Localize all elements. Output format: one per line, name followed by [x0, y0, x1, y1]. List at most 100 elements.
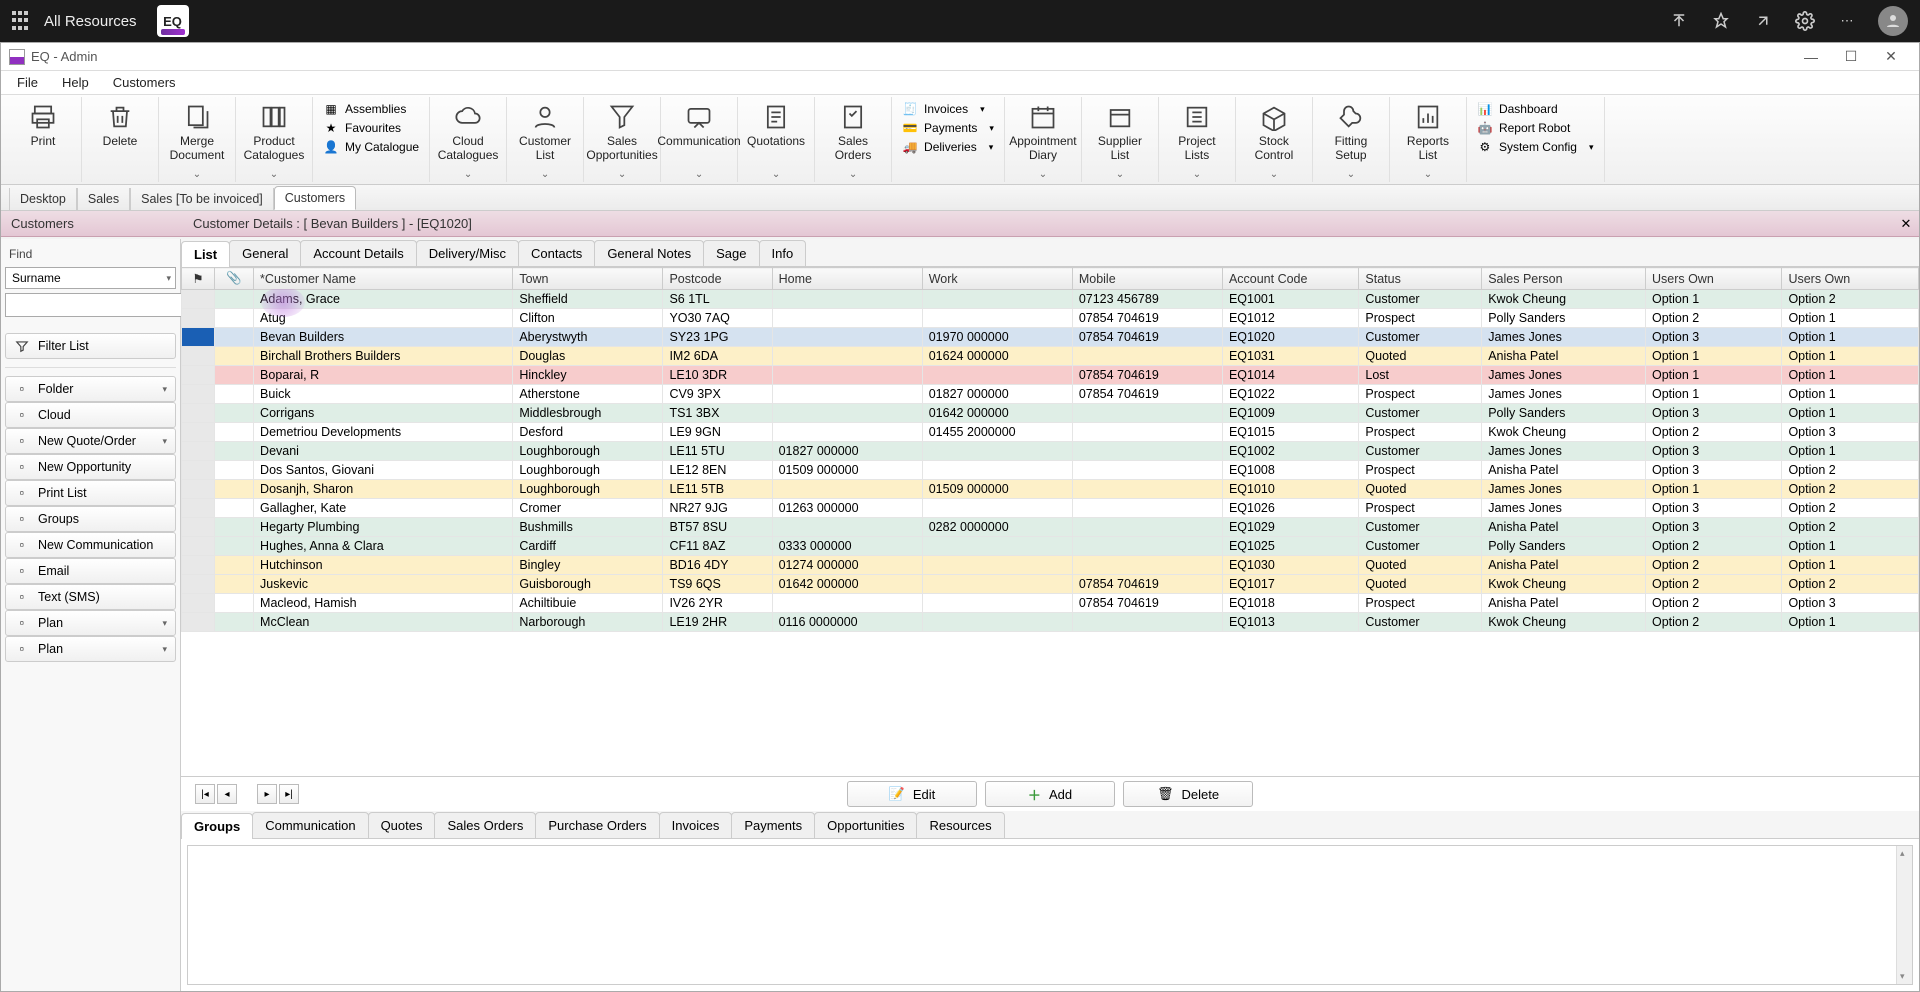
ribbon-print[interactable]: Print [11, 99, 75, 149]
dtab-sage[interactable]: Sage [703, 240, 759, 266]
column-header[interactable]: Status [1359, 268, 1482, 290]
maximize-button[interactable]: ☐ [1831, 43, 1871, 70]
btab-resources[interactable]: Resources [916, 812, 1004, 838]
close-button[interactable]: ✕ [1871, 43, 1911, 70]
ribbon-delete[interactable]: Delete [88, 99, 152, 149]
column-header[interactable]: Postcode [663, 268, 772, 290]
more-icon[interactable]: ⋯ [1834, 8, 1860, 34]
sidebar-item-new-quote-order[interactable]: ▫New Quote/Order▾ [5, 428, 176, 454]
sidebar-item-new-opportunity[interactable]: ▫New Opportunity [5, 454, 176, 480]
sidebar-item-cloud[interactable]: ▫Cloud [5, 402, 176, 428]
table-row[interactable]: Dosanjh, SharonLoughboroughLE11 5TB01509… [182, 480, 1919, 499]
ribbon-dashboard[interactable]: 📊Dashboard [1477, 101, 1594, 117]
table-row[interactable]: Adams, GraceSheffieldS6 1TL07123 456789E… [182, 290, 1919, 309]
sidebar-item-plan[interactable]: ▫Plan▾ [5, 610, 176, 636]
search-input[interactable] [5, 293, 184, 317]
nav-prev-button[interactable]: ◂ [217, 784, 237, 804]
expand-icon[interactable] [1750, 8, 1776, 34]
table-row[interactable]: Hughes, Anna & ClaraCardiffCF11 8AZ0333 … [182, 537, 1919, 556]
btab-sales-orders[interactable]: Sales Orders [434, 812, 536, 838]
btab-quotes[interactable]: Quotes [368, 812, 436, 838]
sidebar-item-plan[interactable]: ▫Plan▾ [5, 636, 176, 662]
ribbon-merge-document[interactable]: Merge Document [165, 99, 229, 163]
ribbon-stock-control[interactable]: Stock Control [1242, 99, 1306, 163]
sidebar-item-folder[interactable]: ▫Folder▾ [5, 376, 176, 402]
nav-last-button[interactable]: ▸| [279, 784, 299, 804]
column-header[interactable]: 📎 [215, 268, 254, 290]
ribbon-my-catalogue[interactable]: 👤My Catalogue [323, 139, 419, 155]
table-row[interactable]: Gallagher, KateCromerNR27 9JG01263 00000… [182, 499, 1919, 518]
table-row[interactable]: Bevan BuildersAberystwythSY23 1PG01970 0… [182, 328, 1919, 347]
add-button[interactable]: ＋Add [985, 781, 1115, 807]
ribbon-product-catalogues[interactable]: Product Catalogues [242, 99, 306, 163]
sidebar-item-text-sms-[interactable]: ▫Text (SMS) [5, 584, 176, 610]
dtab-info[interactable]: Info [759, 240, 807, 266]
btab-invoices[interactable]: Invoices [659, 812, 733, 838]
ribbon-quotations[interactable]: Quotations [744, 99, 808, 149]
chevron-down-icon[interactable]: ⌄ [772, 169, 780, 180]
pin-icon[interactable] [1708, 8, 1734, 34]
ribbon-sales-opportunities[interactable]: Sales Opportunities [590, 99, 654, 163]
ribbon-appointment-diary[interactable]: Appointment Diary [1011, 99, 1075, 163]
table-row[interactable]: CorrigansMiddlesbroughTS1 3BX01642 00000… [182, 404, 1919, 423]
column-header[interactable]: Town [513, 268, 663, 290]
table-row[interactable]: AtugCliftonYO30 7AQ07854 704619EQ1012Pro… [182, 309, 1919, 328]
user-avatar[interactable] [1878, 6, 1908, 36]
table-row[interactable]: JuskevicGuisboroughTS9 6QS01642 00000007… [182, 575, 1919, 594]
chevron-down-icon[interactable]: ⌄ [849, 169, 857, 180]
column-header[interactable]: Mobile [1072, 268, 1222, 290]
ribbon-cloud-catalogues[interactable]: Cloud Catalogues [436, 99, 500, 163]
table-row[interactable]: Macleod, HamishAchiltibuieIV26 2YR07854 … [182, 594, 1919, 613]
wtab-sales[interactable]: Sales [77, 188, 130, 210]
column-header[interactable]: Work [922, 268, 1072, 290]
menu-file[interactable]: File [5, 73, 50, 92]
dtab-account-details[interactable]: Account Details [300, 240, 416, 266]
wtab-sales-invoiced[interactable]: Sales [To be invoiced] [130, 188, 274, 210]
sidebar-item-email[interactable]: ▫Email [5, 558, 176, 584]
column-header[interactable]: Home [772, 268, 922, 290]
btab-purchase-orders[interactable]: Purchase Orders [535, 812, 659, 838]
ribbon-fitting-setup[interactable]: Fitting Setup [1319, 99, 1383, 163]
ribbon-communication[interactable]: Communication [667, 99, 731, 149]
ribbon-invoices[interactable]: 🧾Invoices▾ [902, 101, 994, 117]
btab-communication[interactable]: Communication [252, 812, 368, 838]
column-header[interactable]: ⚑ [182, 268, 215, 290]
chevron-down-icon[interactable]: ⌄ [464, 169, 472, 180]
sidebar-item-print-list[interactable]: ▫Print List [5, 480, 176, 506]
dtab-list[interactable]: List [181, 241, 230, 267]
btab-opportunities[interactable]: Opportunities [814, 812, 917, 838]
ribbon-reports-list[interactable]: Reports List [1396, 99, 1460, 163]
ribbon-assemblies[interactable]: ▦Assemblies [323, 101, 419, 117]
ribbon-report-robot[interactable]: 🤖Report Robot [1477, 120, 1594, 136]
sidebar-item-groups[interactable]: ▫Groups [5, 506, 176, 532]
ribbon-customer-list[interactable]: Customer List [513, 99, 577, 163]
ribbon-favourites[interactable]: ★Favourites [323, 120, 419, 136]
dtab-contacts[interactable]: Contacts [518, 240, 595, 266]
table-row[interactable]: McCleanNarboroughLE19 2HR0116 0000000EQ1… [182, 613, 1919, 632]
dtab-delivery-misc[interactable]: Delivery/Misc [416, 240, 519, 266]
table-row[interactable]: DevaniLoughboroughLE11 5TU01827 000000EQ… [182, 442, 1919, 461]
chevron-down-icon[interactable]: ⌄ [695, 169, 703, 180]
ribbon-payments[interactable]: 💳Payments▾ [902, 120, 994, 136]
menu-help[interactable]: Help [50, 73, 101, 92]
nav-next-button[interactable]: ▸ [257, 784, 277, 804]
table-row[interactable]: Demetriou DevelopmentsDesfordLE9 9GN0145… [182, 423, 1919, 442]
apps-grid-icon[interactable] [12, 11, 32, 31]
table-row[interactable]: HutchinsonBingleyBD16 4DY01274 000000EQ1… [182, 556, 1919, 575]
edit-button[interactable]: 📝Edit [847, 781, 977, 807]
table-row[interactable]: Birchall Brothers BuildersDouglasIM2 6DA… [182, 347, 1919, 366]
sidebar-item-new-communication[interactable]: ▫New Communication [5, 532, 176, 558]
chevron-down-icon[interactable]: ⌄ [1193, 169, 1201, 180]
scrollbar[interactable] [1896, 846, 1912, 984]
ribbon-project-lists[interactable]: Project Lists [1165, 99, 1229, 163]
chevron-down-icon[interactable]: ⌄ [1116, 169, 1124, 180]
menu-customers[interactable]: Customers [101, 73, 188, 92]
table-row[interactable]: Dos Santos, GiovaniLoughboroughLE12 8EN0… [182, 461, 1919, 480]
btab-payments[interactable]: Payments [731, 812, 815, 838]
dtab-general[interactable]: General [229, 240, 301, 266]
ribbon-system-config[interactable]: ⚙System Config▾ [1477, 139, 1594, 155]
column-header[interactable]: Users Own [1782, 268, 1919, 290]
gear-icon[interactable] [1792, 8, 1818, 34]
chevron-down-icon[interactable]: ⌄ [1270, 169, 1278, 180]
wtab-desktop[interactable]: Desktop [9, 188, 77, 210]
